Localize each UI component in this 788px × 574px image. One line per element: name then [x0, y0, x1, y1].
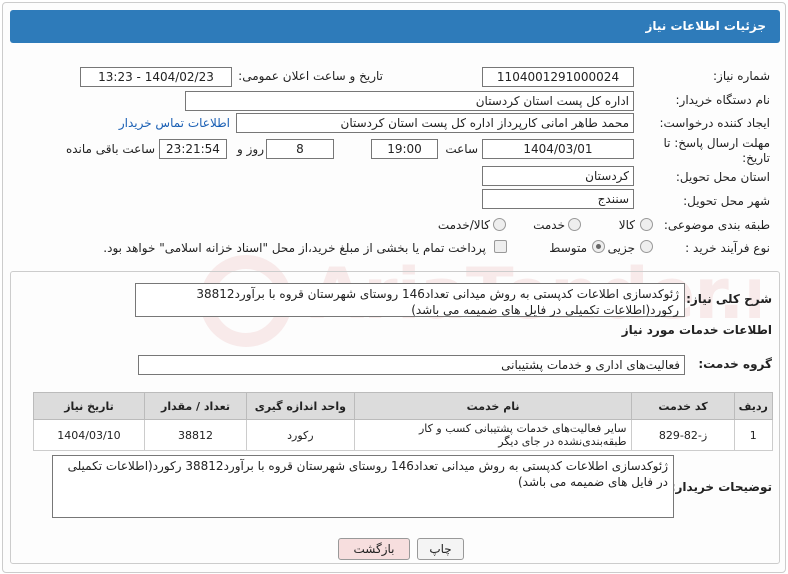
category-radio-service[interactable]: [568, 218, 581, 231]
buyer-org-label: نام دستگاه خریدار:: [675, 93, 771, 107]
need-number-field: 1104001291000024: [482, 67, 634, 87]
treasury-payment-note: پرداخت تمام یا بخشی از مبلغ خرید،از محل …: [103, 241, 486, 255]
city-field: سنندج: [482, 189, 634, 209]
buyer-notes-label: توضیحات خریدار:: [670, 480, 772, 494]
description-textarea[interactable]: ژئوکدسازی اطلاعات کدپستی به روش میدانی ت…: [135, 283, 685, 317]
deadline-label: مهلت ارسال پاسخ: تا تاریخ:: [663, 136, 770, 165]
cell-unit: رکورد: [246, 419, 355, 451]
cell-row-num: 1: [733, 419, 774, 451]
time-remaining-label: ساعت باقی مانده: [65, 142, 155, 156]
province-field: کردستان: [482, 166, 634, 186]
service-group-field: فعالیت‌های اداری و خدمات پشتیبانی: [138, 355, 685, 375]
category-label: طبقه بندی موضوعی:: [663, 218, 770, 232]
buyer-contact-link[interactable]: اطلاعات تماس خریدار: [100, 116, 230, 130]
cell-need-date: 1404/03/10: [33, 419, 145, 451]
table-row[interactable]: 1 ز-82-829 سایر فعالیت‌های خدمات پشتیبان…: [33, 419, 774, 451]
category-option-service: خدمت: [533, 218, 565, 232]
cell-service-code: ز-82-829: [631, 419, 735, 451]
col-header-service-code: کد خدمت: [631, 392, 735, 420]
province-label: استان محل تحویل:: [675, 170, 770, 184]
requester-field: محمد طاهر امانی کارپرداز اداره کل پست اس…: [236, 113, 634, 133]
category-option-goods: کالا: [618, 218, 635, 232]
cell-quantity: 38812: [143, 419, 248, 451]
service-group-label: گروه خدمت:: [698, 357, 772, 371]
day-and-label: روز و: [237, 142, 264, 156]
col-header-row-num: ردیف: [733, 392, 774, 420]
announce-datetime-field: 1404/02/23 - 13:23: [80, 67, 232, 87]
treasury-payment-checkbox[interactable]: [494, 240, 507, 253]
need-number-label: شماره نیاز:: [713, 69, 770, 83]
process-type-label: نوع فرآیند خرید :: [685, 241, 770, 255]
category-radio-goods[interactable]: [640, 218, 653, 231]
col-header-need-date: تاریخ نیاز: [33, 392, 145, 420]
cell-service-name: سایر فعالیت‌های خدمات پشتیبانی کسب و کار…: [353, 419, 633, 451]
announce-datetime-label: تاریخ و ساعت اعلان عمومی:: [238, 69, 383, 83]
print-button[interactable]: چاپ: [417, 538, 464, 560]
city-label: شهر محل تحویل:: [683, 194, 770, 208]
process-radio-medium[interactable]: [592, 240, 605, 253]
requester-label: ایجاد کننده درخواست:: [659, 116, 770, 130]
back-button[interactable]: بازگشت: [338, 538, 410, 560]
description-label: شرح کلی نیاز:: [686, 292, 772, 306]
days-remaining-field: 8: [266, 139, 334, 159]
category-radio-goods-service[interactable]: [493, 218, 506, 231]
table-header-row: ردیف کد خدمت نام خدمت واحد اندازه گیری ت…: [33, 392, 774, 420]
services-table: ردیف کد خدمت نام خدمت واحد اندازه گیری ت…: [33, 392, 774, 451]
col-header-quantity: تعداد / مقدار: [143, 392, 248, 420]
services-info-heading: اطلاعات خدمات مورد نیاز: [621, 323, 772, 337]
process-option-medium: متوسط: [549, 241, 587, 255]
process-radio-minor[interactable]: [640, 240, 653, 253]
buyer-org-field: اداره کل پست استان کردستان: [185, 91, 634, 111]
buyer-notes-textarea[interactable]: ژئوکدسازی اطلاعات کدپستی به روش میدانی ت…: [52, 455, 674, 518]
deadline-hour-field: 19:00: [371, 139, 438, 159]
col-header-service-name: نام خدمت: [353, 392, 633, 420]
category-option-goods-service: کالا/خدمت: [437, 218, 490, 232]
col-header-unit: واحد اندازه گیری: [246, 392, 355, 420]
page-header: جزئیات اطلاعات نیاز: [10, 10, 780, 43]
time-remaining-field: 23:21:54: [159, 139, 227, 159]
deadline-date-field: 1404/03/01: [482, 139, 634, 159]
